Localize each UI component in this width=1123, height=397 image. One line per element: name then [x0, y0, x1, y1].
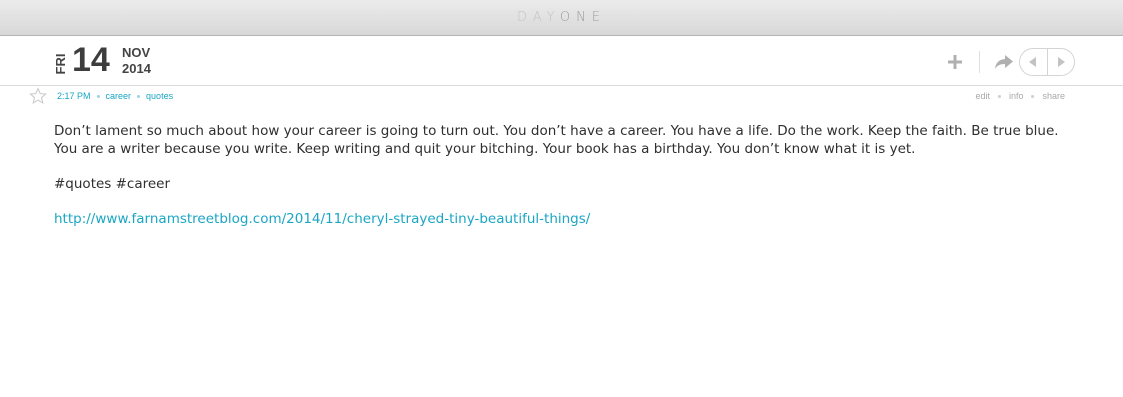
next-entry-button[interactable]	[1046, 49, 1075, 75]
meta-separator	[137, 94, 141, 98]
share-button[interactable]	[993, 52, 1015, 72]
tag-quotes[interactable]: quotes	[146, 91, 173, 101]
entry-date-header: FRI 14 NOV 2014	[0, 36, 1123, 86]
entry-toolbar	[945, 48, 1075, 76]
info-link[interactable]: info	[1009, 91, 1024, 101]
entry-hashtags: #quotes #career	[54, 176, 171, 192]
toolbar-divider	[979, 51, 980, 73]
chevron-right-icon	[1057, 57, 1065, 67]
star-icon	[29, 87, 47, 105]
plus-icon	[948, 55, 962, 69]
weekday-label: FRI	[53, 53, 68, 75]
year-label: 2014	[122, 61, 151, 76]
add-entry-button[interactable]	[945, 52, 965, 72]
action-separator	[1031, 94, 1035, 98]
entry-meta-row: 2:17 PM career quotes edit info share	[0, 86, 1123, 108]
star-button[interactable]	[29, 87, 47, 110]
action-separator	[997, 94, 1001, 98]
share-arrow-icon	[995, 55, 1013, 69]
tag-career[interactable]: career	[106, 91, 132, 101]
chevron-left-icon	[1029, 57, 1037, 67]
share-link[interactable]: share	[1042, 91, 1065, 101]
entry-time[interactable]: 2:17 PM	[57, 91, 91, 101]
app-title: DAYONE	[517, 10, 606, 25]
entry-link[interactable]: http://www.farnamstreetblog.com/2014/11/…	[54, 211, 590, 227]
window-titlebar: DAYONE	[0, 0, 1123, 36]
entry-navigation	[1019, 48, 1075, 76]
entry-paragraph: Don’t lament so much about how your care…	[54, 123, 1059, 157]
edit-link[interactable]: edit	[975, 91, 990, 101]
previous-entry-button[interactable]	[1020, 49, 1047, 75]
entry-actions: edit info share	[975, 91, 1065, 101]
app-title-one: ONE	[559, 10, 607, 25]
day-number: 14	[72, 41, 110, 79]
entry-body: Don’t lament so much about how your care…	[54, 122, 1074, 245]
month-label: NOV	[122, 45, 151, 60]
entry-meta-info: 2:17 PM career quotes	[57, 91, 173, 101]
meta-separator	[96, 94, 100, 98]
app-title-day: DAY	[516, 10, 560, 25]
